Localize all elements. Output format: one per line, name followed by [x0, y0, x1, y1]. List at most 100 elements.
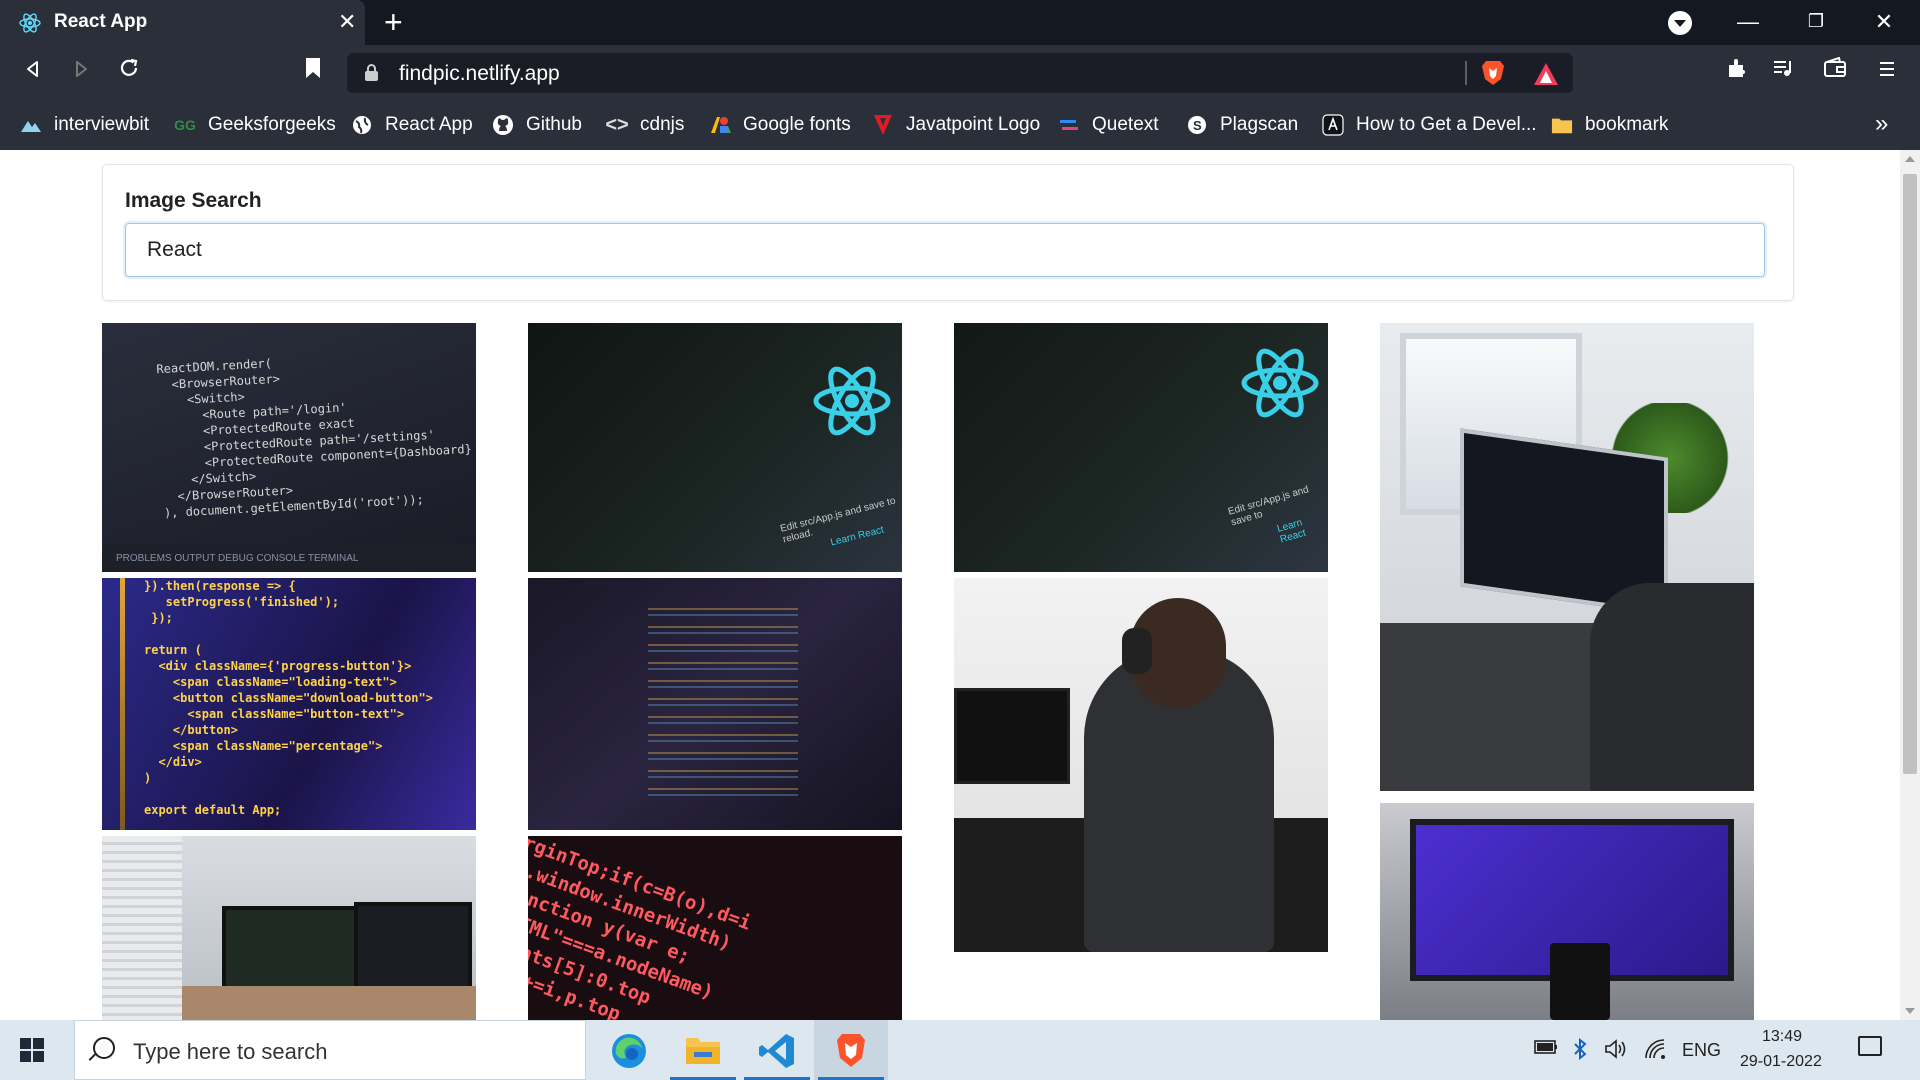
svg-text:S: S — [1193, 118, 1202, 133]
bookmark-label: interviewbit — [54, 114, 150, 135]
search-icon — [93, 1037, 115, 1059]
bluetooth-icon[interactable] — [1572, 1037, 1588, 1065]
bookmark-label: Geeksforgeeks — [208, 114, 336, 135]
bookmark-plagscan[interactable]: S Plagscan — [1186, 100, 1298, 150]
quetext-icon — [1058, 114, 1080, 136]
edge-app-icon[interactable] — [592, 1020, 666, 1080]
bookmark-cdnjs[interactable]: <> cdnjs — [605, 100, 684, 150]
brave-app-icon[interactable] — [814, 1020, 888, 1080]
page-scrollbar[interactable] — [1900, 150, 1920, 1020]
scroll-up-arrow-icon[interactable] — [1905, 156, 1915, 162]
minimize-button[interactable]: — — [1714, 0, 1782, 45]
windows-taskbar: Type here to search ENG 13:49 29-01-2022 — [0, 1020, 1920, 1080]
image-desk-setup[interactable] — [102, 836, 476, 1020]
desk — [182, 986, 476, 1020]
windows-start-icon[interactable] — [20, 1038, 44, 1062]
address-bar[interactable]: findpic.netlify.app — [347, 53, 1573, 93]
react-logo-icon — [1241, 348, 1319, 418]
image-link-text: Learn React — [1275, 517, 1308, 546]
github-icon — [492, 114, 514, 136]
code-lines — [648, 598, 798, 798]
clock-date[interactable]: 29-01-2022 — [1740, 1053, 1822, 1071]
window-blinds — [102, 836, 182, 1020]
plagscan-icon: S — [1186, 114, 1208, 136]
bookmark-quetext[interactable]: Quetext — [1058, 100, 1159, 150]
bookmark-label: Plagscan — [1220, 114, 1299, 135]
extensions-icon[interactable] — [1722, 57, 1752, 87]
bookmark-geeksforgeeks[interactable]: GG Geeksforgeeks — [174, 100, 336, 150]
image-react-logo-monitor-2[interactable]: Edit src/App.js and save to Learn React — [954, 323, 1328, 572]
image-react-router-code[interactable]: ReactDOM.render( <BrowserRouter> <Switch… — [102, 323, 476, 572]
notifications-icon[interactable] — [1858, 1036, 1882, 1056]
page-viewport: Image Search ReactDOM.render( <BrowserRo… — [0, 150, 1900, 1020]
brave-shields-icon[interactable] — [1480, 59, 1506, 87]
tab-close-icon[interactable]: ✕ — [338, 9, 356, 35]
bookmark-interviewbit[interactable]: interviewbit — [20, 100, 149, 150]
angular-icon — [1322, 114, 1344, 136]
reload-icon[interactable] — [114, 57, 144, 87]
menu-icon[interactable] — [1872, 57, 1902, 87]
bookmark-google-fonts[interactable]: Google fonts — [709, 100, 851, 150]
taskbar-search-box[interactable]: Type here to search — [74, 1020, 586, 1080]
image-code-editor-monitor[interactable] — [528, 578, 902, 830]
url-divider — [1465, 61, 1467, 85]
scroll-down-arrow-icon[interactable] — [1905, 1008, 1915, 1014]
bookmark-javatpoint[interactable]: Javatpoint Logo — [872, 100, 1040, 150]
forward-icon[interactable] — [66, 57, 96, 87]
geeksforgeeks-icon: GG — [174, 117, 196, 133]
image-purple-code-monitor[interactable] — [1380, 803, 1754, 1020]
coffee-mug — [1550, 943, 1610, 1020]
active-tab[interactable]: React App ✕ — [0, 0, 365, 45]
browser-toolbar: findpic.netlify.app — [0, 45, 1920, 100]
restore-button[interactable]: ❐ — [1782, 0, 1850, 45]
vscode-app-icon[interactable] — [740, 1020, 814, 1080]
bookmark-label: How to Get a Devel... — [1356, 114, 1537, 135]
brave-rewards-icon[interactable] — [1532, 61, 1560, 87]
image-red-code-closeup[interactable]: arginTop;if(c=B(o),d=i th.window.innerWi… — [528, 836, 902, 1020]
wallet-icon[interactable] — [1820, 56, 1850, 87]
url-text[interactable]: findpic.netlify.app — [399, 62, 560, 86]
bookmark-github[interactable]: Github — [492, 100, 582, 150]
clock-time[interactable]: 13:49 — [1762, 1028, 1802, 1046]
playlist-icon[interactable] — [1768, 57, 1798, 87]
headphones-icon — [1122, 628, 1152, 674]
google-fonts-icon — [709, 114, 731, 136]
image-react-logo-monitor[interactable]: Edit src/App.js and save to reload. Lear… — [528, 323, 902, 572]
scrollbar-thumb[interactable] — [1903, 174, 1917, 774]
monitor-left — [222, 906, 360, 994]
back-icon[interactable] — [18, 57, 48, 87]
bookmarks-bar: interviewbit GG Geeksforgeeks React App … — [0, 100, 1920, 150]
bookmarks-overflow-icon[interactable]: » — [1875, 110, 1888, 138]
react-favicon-icon — [19, 13, 41, 33]
new-tab-button[interactable]: + — [384, 4, 403, 40]
react-logo-icon — [813, 366, 891, 436]
battery-icon[interactable] — [1534, 1038, 1558, 1061]
file-explorer-app-icon[interactable] — [666, 1020, 740, 1080]
bookmark-label: Github — [526, 114, 582, 135]
bookmark-react-app[interactable]: React App — [351, 100, 473, 150]
bookmark-folder[interactable]: bookmark — [1551, 100, 1668, 150]
bookmark-label: bookmark — [1585, 114, 1669, 135]
search-input[interactable] — [125, 223, 1765, 277]
editor-gutter — [120, 578, 125, 830]
window-close-button[interactable]: ✕ — [1850, 0, 1918, 45]
search-label: Image Search — [125, 189, 262, 212]
code-snippet: }).then(response => { setProgress('finis… — [144, 579, 433, 817]
code-snippet: ReactDOM.render( <BrowserRouter> <Switch… — [156, 356, 473, 521]
bookmark-how-to-get-a-developer[interactable]: How to Get a Devel... — [1322, 100, 1537, 150]
lock-icon — [365, 64, 378, 81]
language-indicator[interactable]: ENG — [1682, 1040, 1721, 1061]
interviewbit-icon — [20, 114, 42, 136]
javatpoint-icon — [872, 114, 894, 136]
wifi-icon[interactable] — [1644, 1038, 1668, 1065]
person-arm — [1590, 583, 1754, 791]
image-jsx-progress-code[interactable]: }).then(response => { setProgress('finis… — [102, 578, 476, 830]
tab-title: React App — [54, 11, 148, 32]
search-card: Image Search — [102, 164, 1794, 301]
image-laptop-coding[interactable] — [1380, 323, 1754, 791]
image-developer-headphones[interactable] — [954, 578, 1328, 952]
bookmark-page-icon[interactable] — [298, 57, 328, 87]
bookmark-label: Google fonts — [743, 114, 851, 135]
tab-search-dropdown-icon[interactable] — [1668, 11, 1692, 35]
volume-icon[interactable] — [1604, 1038, 1628, 1065]
